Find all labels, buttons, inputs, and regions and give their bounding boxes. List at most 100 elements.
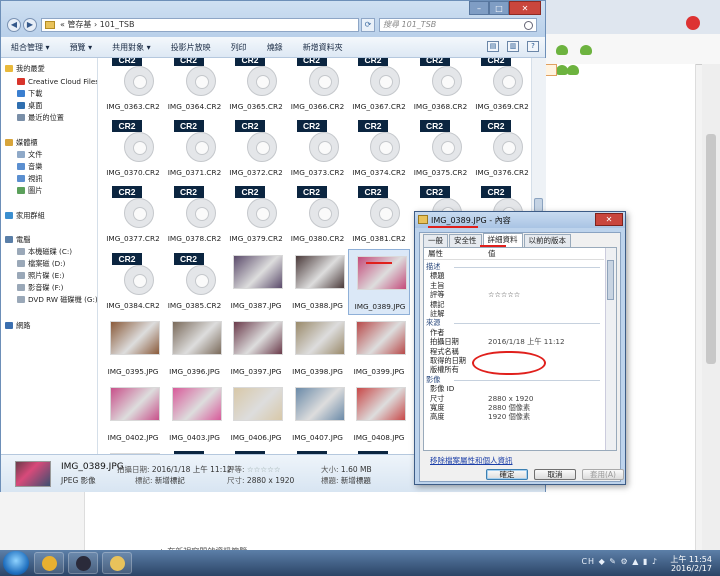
file-tile[interactable]: CR2 IMG_0375.CR2 <box>410 116 472 182</box>
property-row[interactable]: 寬度 2880 個像素 <box>424 403 604 412</box>
forward-button[interactable]: ▶ <box>23 18 37 32</box>
cancel-button[interactable]: 取消 <box>534 469 576 480</box>
command-2[interactable]: 共用對象 ▾ <box>102 42 161 53</box>
property-row[interactable]: 尺寸 2880 x 1920 <box>424 394 604 403</box>
file-tile[interactable]: CR2 IMG_0377.CR2 <box>102 182 164 248</box>
nav-item-12[interactable]: 本機磁碟 (C:) <box>17 246 72 257</box>
file-tile[interactable]: CR2 IMG_0365.CR2 <box>225 58 287 116</box>
file-tile[interactable]: IMG_0397.JPG <box>225 315 287 381</box>
emoticon-icon[interactable] <box>545 64 557 76</box>
property-row[interactable]: 作者 <box>424 328 604 337</box>
file-tile[interactable]: CR2 IMG_0368.CR2 <box>410 58 472 116</box>
nav-item-8[interactable]: 視訊 <box>17 173 42 184</box>
file-tile[interactable]: IMG_0407.JPG <box>287 381 349 447</box>
close-button[interactable]: ✕ <box>595 213 623 226</box>
details-tags[interactable]: 標記: 新增標記 <box>135 475 185 486</box>
scrollbar-thumb[interactable] <box>534 198 543 212</box>
property-row[interactable]: 高度 1920 個像素 <box>424 412 604 421</box>
file-tile[interactable]: CR2IMG_0414.CR2 <box>287 447 349 454</box>
nav-item-17[interactable]: 網路 <box>5 320 30 331</box>
frog-emoticon-icon[interactable] <box>556 45 568 55</box>
file-tile[interactable]: CR2IMG_0413.CR2 <box>225 447 287 454</box>
file-tile[interactable]: IMG_0408.JPG <box>348 381 410 447</box>
nav-item-2[interactable]: 下載 <box>17 88 42 99</box>
taskbar-app-2[interactable] <box>102 552 132 574</box>
file-tile[interactable]: CR2 IMG_0373.CR2 <box>287 116 349 182</box>
close-button[interactable]: ✕ <box>509 1 541 15</box>
command-1[interactable]: 預覽 ▾ <box>60 42 103 53</box>
maximize-button[interactable]: □ <box>489 1 509 15</box>
file-tile[interactable]: IMG_0388.JPG <box>287 249 349 315</box>
property-row[interactable]: 拍攝日期 2016/1/18 上午 11:12 <box>424 337 604 346</box>
minimize-button[interactable]: – <box>469 1 489 15</box>
property-row[interactable]: 標題 <box>424 271 604 280</box>
file-tile[interactable]: IMG_0395.JPG <box>102 315 164 381</box>
help-icon[interactable]: ? <box>527 41 539 52</box>
scrollbar-thumb[interactable] <box>706 134 716 364</box>
nav-item-0[interactable]: 我的最愛 <box>5 63 45 74</box>
file-tile[interactable]: IMG_0389.JPG <box>348 248 410 315</box>
details-scrollbar[interactable] <box>605 248 616 450</box>
file-tile[interactable]: CR2 IMG_0385.CR2 <box>164 249 226 315</box>
preview-pane-icon[interactable]: ▥ <box>507 41 519 52</box>
property-row[interactable]: 標記 <box>424 300 604 309</box>
nav-item-9[interactable]: 圖片 <box>17 185 42 196</box>
apply-button[interactable]: 套用(A) <box>582 469 624 480</box>
file-tile[interactable]: CR2 IMG_0378.CR2 <box>164 182 226 248</box>
start-button[interactable] <box>3 551 29 575</box>
file-tile[interactable]: CR2 IMG_0364.CR2 <box>164 58 226 116</box>
command-4[interactable]: 列印 <box>221 42 257 53</box>
browser-scrollbar[interactable] <box>702 64 720 550</box>
command-5[interactable]: 燒錄 <box>257 42 293 53</box>
file-tile[interactable]: CR2 IMG_0370.CR2 <box>102 116 164 182</box>
nav-item-5[interactable]: 媒體櫃 <box>5 137 38 148</box>
profile-avatar[interactable] <box>686 16 700 30</box>
file-tile[interactable]: CR2 IMG_0367.CR2 <box>348 58 410 116</box>
file-tile[interactable]: IMG_0402.JPG <box>102 381 164 447</box>
file-tile[interactable]: CR2 IMG_0371.CR2 <box>164 116 226 182</box>
file-tile[interactable]: IMG_0399.JPG <box>348 315 410 381</box>
file-tile[interactable]: CR2 IMG_0363.CR2 <box>102 58 164 116</box>
refresh-button[interactable]: ⟳ <box>361 18 375 32</box>
file-tile[interactable]: CR2 IMG_0376.CR2 <box>471 116 531 182</box>
file-tile[interactable]: IMG_0398.JPG <box>287 315 349 381</box>
address-bar[interactable]: « 管存基 › 101_TSB <box>41 18 359 32</box>
details-rating[interactable]: 評等: ☆☆☆☆☆ <box>227 464 281 475</box>
file-tile[interactable]: CR2 IMG_0381.CR2 <box>348 182 410 248</box>
file-tile[interactable]: CR2IMG_0412.CR2 <box>164 447 226 454</box>
nav-item-14[interactable]: 照片碟 (E:) <box>17 270 64 281</box>
command-6[interactable]: 新增資料夾 <box>293 42 353 53</box>
taskbar-app-1[interactable] <box>68 552 98 574</box>
file-tile[interactable]: CR2 IMG_0366.CR2 <box>287 58 349 116</box>
clock-date[interactable]: 2016/2/17 <box>671 564 712 573</box>
search-input[interactable]: 搜尋 101_TSB <box>379 18 537 32</box>
file-tile[interactable]: IMG_0406.JPG <box>225 381 287 447</box>
property-row[interactable]: 主旨 <box>424 281 604 290</box>
column-value[interactable]: 值 <box>488 248 496 259</box>
column-property[interactable]: 屬性 <box>428 248 443 259</box>
nav-item-13[interactable]: 檔案磁 (D:) <box>17 258 65 269</box>
property-row[interactable]: 評等 ☆☆☆☆☆ <box>424 290 604 299</box>
ok-button[interactable]: 確定 <box>486 469 528 480</box>
file-tile[interactable]: IMG_0396.JPG <box>164 315 226 381</box>
nav-item-11[interactable]: 電腦 <box>5 234 30 245</box>
properties-tab-1[interactable]: 安全性 <box>449 234 482 248</box>
view-options-icon[interactable]: ▤ <box>487 41 499 52</box>
command-0[interactable]: 組合管理 ▾ <box>1 42 60 53</box>
nav-item-4[interactable]: 最近的位置 <box>17 112 64 123</box>
command-3[interactable]: 投影片放映 <box>161 42 221 53</box>
nav-item-1[interactable]: Creative Cloud Files <box>17 76 97 87</box>
scrollbar-thumb[interactable] <box>607 260 614 300</box>
remove-properties-link[interactable]: 移除檔案屬性和個人資訊 <box>430 455 513 466</box>
nav-item-3[interactable]: 桌面 <box>17 100 42 111</box>
back-button[interactable]: ◀ <box>7 18 21 32</box>
file-tile[interactable]: CR2 IMG_0384.CR2 <box>102 249 164 315</box>
tray-icons[interactable]: CH ◆ ✎ ⚙ ▲ ▮ ♪ <box>581 557 658 566</box>
file-tile[interactable]: IMG_0403.JPG <box>164 381 226 447</box>
details-title[interactable]: 標題: 新增標題 <box>321 475 371 486</box>
properties-tab-0[interactable]: 一般 <box>423 234 448 248</box>
file-tile[interactable]: CR2 IMG_0372.CR2 <box>225 116 287 182</box>
file-tile[interactable]: CR2IMG_0415.CR2 <box>348 447 410 454</box>
file-tile[interactable]: CR2 IMG_0380.CR2 <box>287 182 349 248</box>
taskbar-app-0[interactable] <box>34 552 64 574</box>
